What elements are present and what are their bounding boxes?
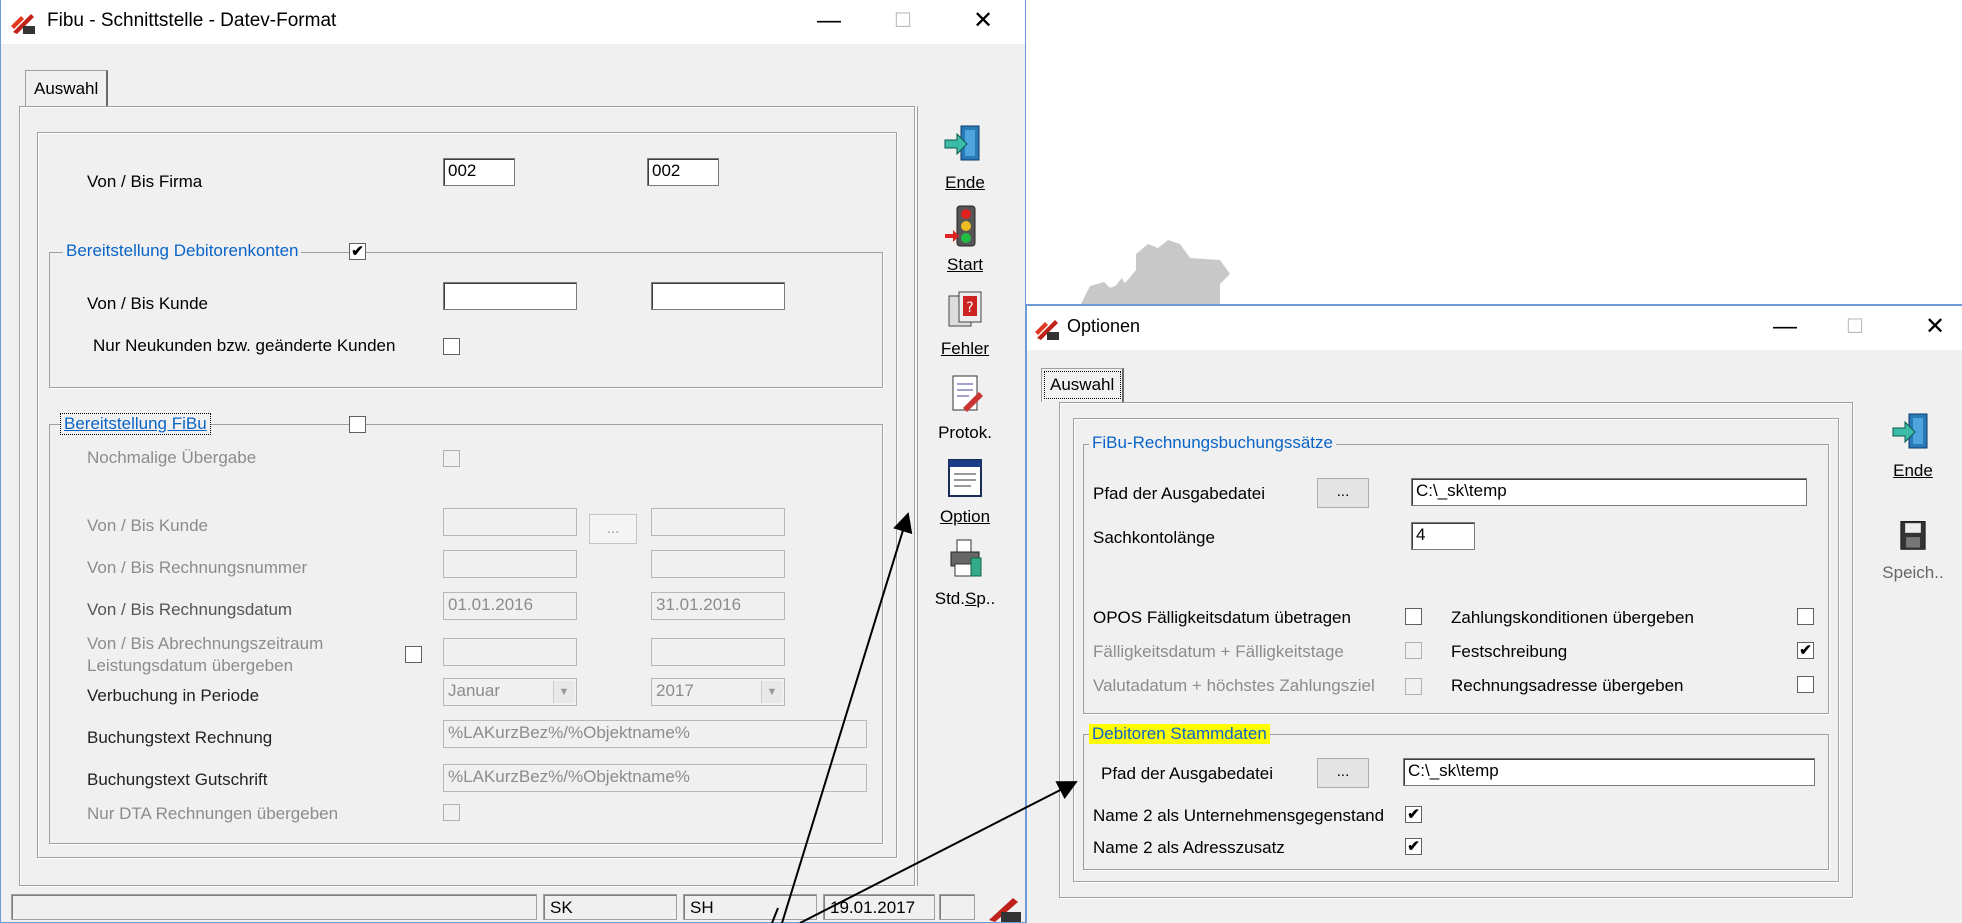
arrow-stub <box>771 907 779 923</box>
arrow-to-debitoren-pfad <box>799 781 1078 923</box>
annotation-arrows <box>771 512 1078 923</box>
arrow-to-option <box>781 512 913 923</box>
